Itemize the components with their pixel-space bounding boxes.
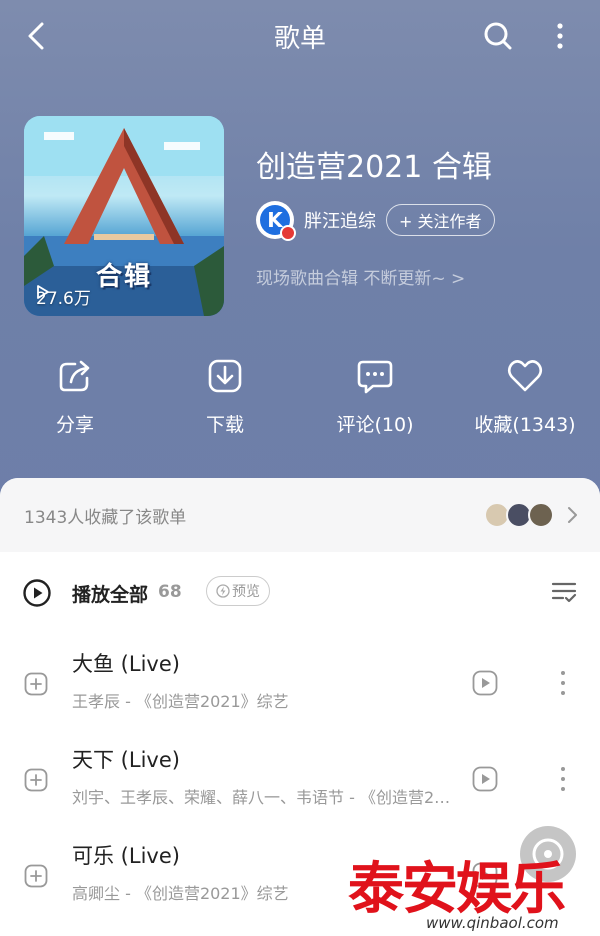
chevron-right-icon (568, 507, 577, 523)
action-bar: 分享 下载 评论(10) 收藏(1343) (0, 356, 600, 446)
watermark-text: 泰安娱乐 (348, 857, 566, 922)
play-all-row: 播放全部 68 预览 (0, 552, 600, 636)
song-artist: 王孝辰 - 《创造营2021》综艺 (72, 692, 289, 711)
song-title: 天下 (Live) (72, 748, 180, 772)
avatar (528, 502, 554, 528)
add-icon[interactable] (24, 864, 48, 888)
more-button[interactable] (548, 20, 572, 52)
song-count: 68 (158, 582, 182, 602)
playlist-title: 创造营2021 合辑 (256, 150, 492, 185)
play-count: 27.6万 (36, 284, 91, 309)
song-title: 可乐 (Live) (72, 844, 180, 868)
comment-label: 评论(10) (336, 414, 414, 436)
play-icon (37, 285, 49, 299)
share-action[interactable]: 分享 (0, 356, 150, 437)
comment-action[interactable]: 评论(10) (300, 356, 450, 437)
favorite-label: 收藏(1343) (474, 414, 576, 436)
preview-label: 预览 (232, 584, 260, 600)
playlist-cover[interactable]: 合辑 27.6万 (24, 116, 224, 316)
watermark: 泰安娱乐 www.qinbaol.com (348, 844, 600, 936)
more-vertical-icon[interactable] (556, 668, 570, 698)
share-icon (59, 360, 90, 392)
download-action[interactable]: 下载 (150, 356, 300, 437)
song-title: 大鱼 (Live) (72, 652, 180, 676)
creator-row: K 胖汪追综 + 关注作者 (256, 200, 495, 241)
favorites-text: 1343人收藏了该歌单 (24, 507, 187, 528)
comment-icon (357, 360, 393, 394)
verified-badge-icon (280, 225, 296, 241)
more-vertical-icon[interactable] (556, 764, 570, 794)
play-video-icon[interactable] (472, 766, 498, 792)
watermark-url: www.qinbaol.com (426, 914, 559, 932)
favorite-action[interactable]: 收藏(1343) (450, 356, 600, 437)
share-label: 分享 (55, 414, 94, 436)
play-all-button[interactable] (22, 578, 52, 608)
favorites-bar[interactable]: 1343人收藏了该歌单 (0, 478, 600, 552)
search-button[interactable] (482, 20, 514, 52)
playlist-description[interactable]: 现场歌曲合辑 不断更新~ > (256, 264, 465, 289)
preview-button[interactable]: 预览 (206, 576, 270, 606)
more-vertical-icon (557, 23, 563, 49)
download-icon (208, 359, 242, 393)
add-icon[interactable] (24, 768, 48, 792)
heart-icon (507, 360, 543, 392)
add-icon[interactable] (24, 672, 48, 696)
lightning-icon (216, 584, 230, 598)
search-icon (484, 22, 512, 50)
favorite-users-avatars (484, 502, 560, 530)
song-row[interactable]: 大鱼 (Live) 王孝辰 - 《创造营2021》综艺 (0, 636, 600, 732)
song-row[interactable]: 天下 (Live) 刘宇、王孝辰、荣耀、薛八一、韦语节 - 《创造营2021》综… (0, 732, 600, 828)
download-label: 下载 (205, 414, 244, 436)
song-artist: 刘宇、王孝辰、荣耀、薛八一、韦语节 - 《创造营2021》综艺 (72, 788, 452, 807)
creator-avatar[interactable]: K (256, 201, 296, 241)
play-all-label[interactable]: 播放全部 (72, 580, 148, 607)
follow-creator-button[interactable]: + 关注作者 (386, 204, 495, 236)
play-video-icon[interactable] (472, 670, 498, 696)
sort-list-icon[interactable] (550, 578, 578, 606)
creator-name[interactable]: 胖汪追综 (304, 207, 376, 233)
top-bar: 歌单 (0, 0, 600, 72)
